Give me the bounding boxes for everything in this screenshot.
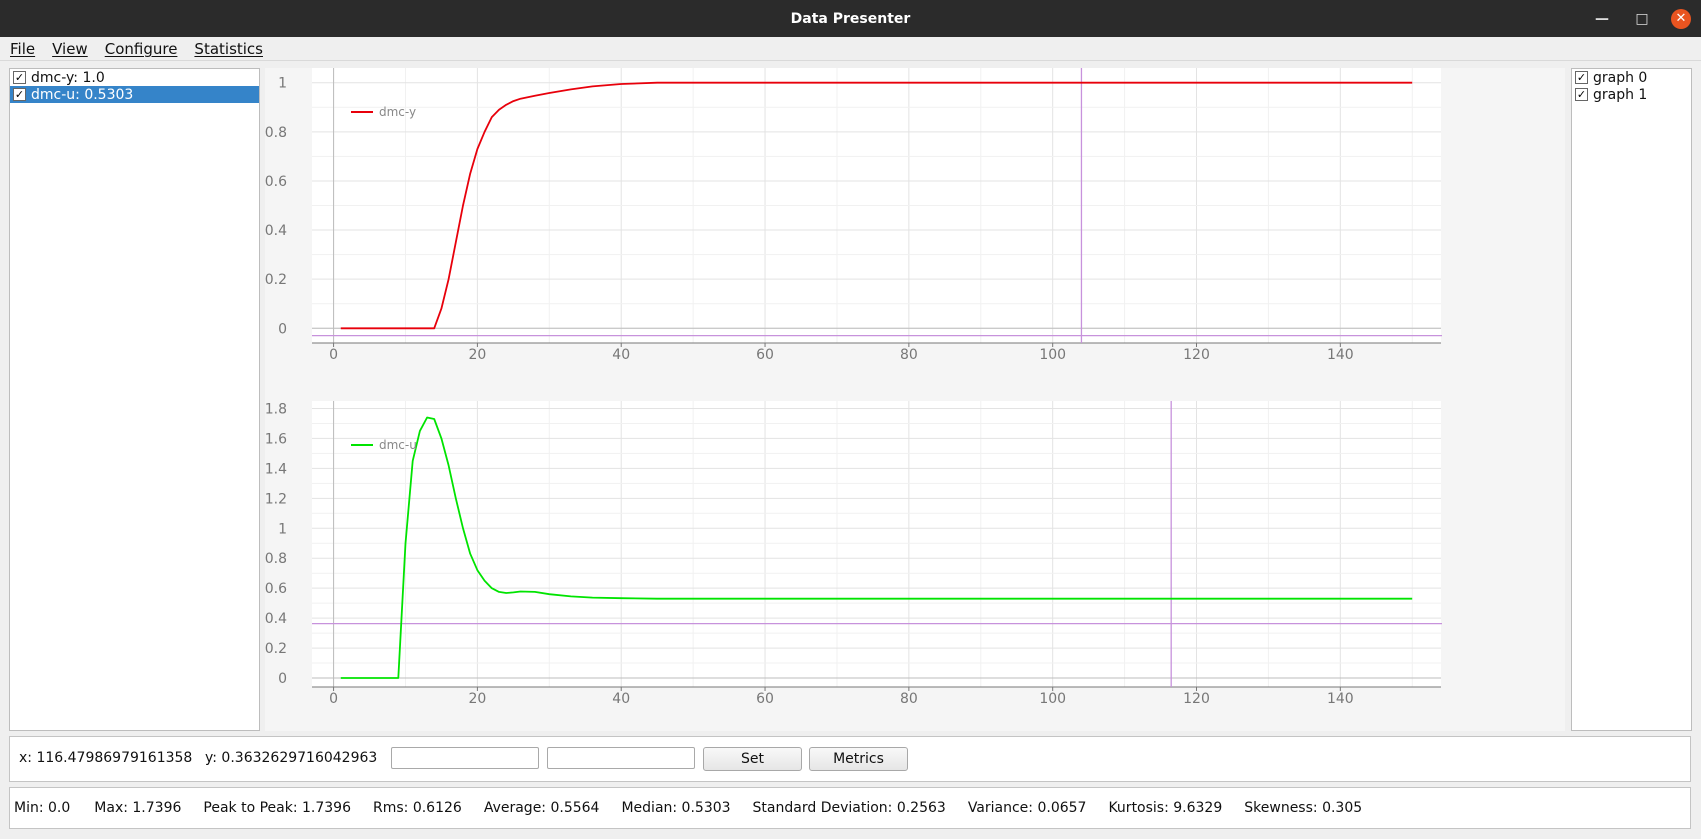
title-bar: Data Presenter — □ ✕ bbox=[0, 0, 1701, 37]
y-tick-label: 1.4 bbox=[265, 461, 287, 477]
close-icon[interactable]: ✕ bbox=[1671, 8, 1691, 29]
cursor-panel: x: 116.47986979161358 y: 0.3632629716042… bbox=[9, 736, 1691, 782]
x-tick-label: 0 bbox=[329, 691, 338, 707]
graph-label: graph 1 bbox=[1593, 86, 1648, 103]
minimize-icon[interactable]: — bbox=[1591, 8, 1613, 30]
graph-checkbox-1[interactable]: ✓ bbox=[1575, 88, 1588, 101]
x-tick-label: 120 bbox=[1183, 691, 1210, 707]
stat-skewness: Skewness: 0.305 bbox=[1244, 800, 1363, 816]
cursor-x-readout: x: 116.47986979161358 bbox=[19, 750, 193, 766]
graph-item-1[interactable]: ✓ graph 1 bbox=[1572, 86, 1691, 103]
menu-file[interactable]: File bbox=[0, 40, 42, 58]
series-checkbox-dmc-y[interactable]: ✓ bbox=[13, 71, 26, 84]
window-controls: — □ ✕ bbox=[1591, 0, 1691, 37]
stat-min: Min: 0.0 bbox=[14, 800, 71, 816]
y-tick-label: 0.2 bbox=[265, 641, 287, 657]
x-tick-label: 80 bbox=[900, 347, 918, 363]
y-tick-label: 0 bbox=[278, 671, 287, 687]
metrics-button[interactable]: Metrics bbox=[809, 747, 908, 771]
series-label: dmc-y: 1.0 bbox=[31, 69, 105, 86]
window-title: Data Presenter bbox=[790, 10, 911, 27]
stat-variance: Variance: 0.0657 bbox=[967, 800, 1087, 816]
statistics-row: Min: 0.0 Max: 1.7396 Peak to Peak: 1.739… bbox=[14, 788, 1384, 828]
x-tick-label: 40 bbox=[612, 347, 630, 363]
y-tick-label: 0.6 bbox=[265, 174, 287, 190]
x-tick-label: 60 bbox=[756, 347, 774, 363]
stat-median: Median: 0.5303 bbox=[621, 800, 731, 816]
menu-bar: File View Configure Statistics bbox=[0, 37, 1701, 61]
x-tick-label: 100 bbox=[1039, 347, 1066, 363]
x-tick-label: 140 bbox=[1327, 691, 1354, 707]
y-tick-label: 0.2 bbox=[265, 272, 287, 288]
cursor-y-readout: y: 0.3632629716042963 bbox=[205, 750, 378, 766]
legend-label-dmc-u: dmc-u bbox=[379, 438, 417, 452]
menu-statistics[interactable]: Statistics bbox=[192, 40, 270, 58]
set-button[interactable]: Set bbox=[703, 747, 802, 771]
series-item-dmc-y[interactable]: ✓ dmc-y: 1.0 bbox=[10, 69, 259, 86]
menu-view[interactable]: View bbox=[50, 40, 95, 58]
y-tick-label: 0.4 bbox=[265, 223, 287, 239]
graph-0[interactable]: 0 20 40 60 80 100 120 140 0 0.2 0.4 0.6 0.8 1 dmc-y bbox=[265, 68, 1565, 393]
stat-std: Standard Deviation: 0.2563 bbox=[752, 800, 946, 816]
series-item-dmc-u[interactable]: ✓ dmc-u: 0.5303 bbox=[10, 86, 259, 103]
x-tick-label: 20 bbox=[468, 347, 486, 363]
x-tick-label: 140 bbox=[1327, 347, 1354, 363]
statistics-panel: Min: 0.0 Max: 1.7396 Peak to Peak: 1.739… bbox=[9, 787, 1691, 829]
stat-kurtosis: Kurtosis: 9.6329 bbox=[1108, 800, 1223, 816]
y-tick-label: 0.6 bbox=[265, 581, 287, 597]
x-input[interactable] bbox=[391, 747, 539, 769]
series-label: dmc-u: 0.5303 bbox=[31, 86, 134, 103]
menu-configure[interactable]: Configure bbox=[103, 40, 185, 58]
stat-rms: Rms: 0.6126 bbox=[373, 800, 462, 816]
series-checkbox-dmc-u[interactable]: ✓ bbox=[13, 88, 26, 101]
plot-background bbox=[312, 401, 1441, 687]
x-tick-label: 80 bbox=[900, 691, 918, 707]
y-input[interactable] bbox=[547, 747, 695, 769]
y-tick-label: 1 bbox=[278, 76, 287, 92]
x-tick-label: 60 bbox=[756, 691, 774, 707]
stat-peak-to-peak: Peak to Peak: 1.7396 bbox=[203, 800, 351, 816]
stat-max: Max: 1.7396 bbox=[94, 800, 182, 816]
graph-item-0[interactable]: ✓ graph 0 bbox=[1572, 69, 1691, 86]
x-tick-label: 0 bbox=[329, 347, 338, 363]
x-tick-label: 120 bbox=[1183, 347, 1210, 363]
chart-area: 0 20 40 60 80 100 120 140 0 0.2 0.4 0.6 0.8 1 dmc-y 02… bbox=[265, 68, 1565, 731]
graph-1[interactable]: 0 20 40 60 80 100 120 140 0 0.2 0.4 0.6 0.8 1 1.2 1.4 1.… bbox=[265, 401, 1565, 731]
maximize-icon[interactable]: □ bbox=[1631, 8, 1653, 30]
x-tick-label: 100 bbox=[1039, 691, 1066, 707]
x-tick-label: 20 bbox=[468, 691, 486, 707]
y-tick-label: 0 bbox=[278, 321, 287, 337]
y-tick-label: 1.6 bbox=[265, 431, 287, 447]
y-tick-label: 1.8 bbox=[265, 401, 287, 417]
y-tick-label: 1 bbox=[278, 521, 287, 537]
graph-checkbox-0[interactable]: ✓ bbox=[1575, 71, 1588, 84]
series-list: ✓ dmc-y: 1.0 ✓ dmc-u: 0.5303 bbox=[9, 68, 260, 731]
y-tick-label: 0.8 bbox=[265, 125, 287, 141]
graph-list: ✓ graph 0 ✓ graph 1 bbox=[1571, 68, 1692, 731]
y-tick-label: 1.2 bbox=[265, 491, 287, 507]
y-tick-label: 0.8 bbox=[265, 551, 287, 567]
x-tick-label: 40 bbox=[612, 691, 630, 707]
graph-label: graph 0 bbox=[1593, 69, 1648, 86]
stat-average: Average: 0.5564 bbox=[483, 800, 600, 816]
y-tick-label: 0.4 bbox=[265, 611, 287, 627]
legend-label-dmc-y: dmc-y bbox=[379, 105, 416, 119]
